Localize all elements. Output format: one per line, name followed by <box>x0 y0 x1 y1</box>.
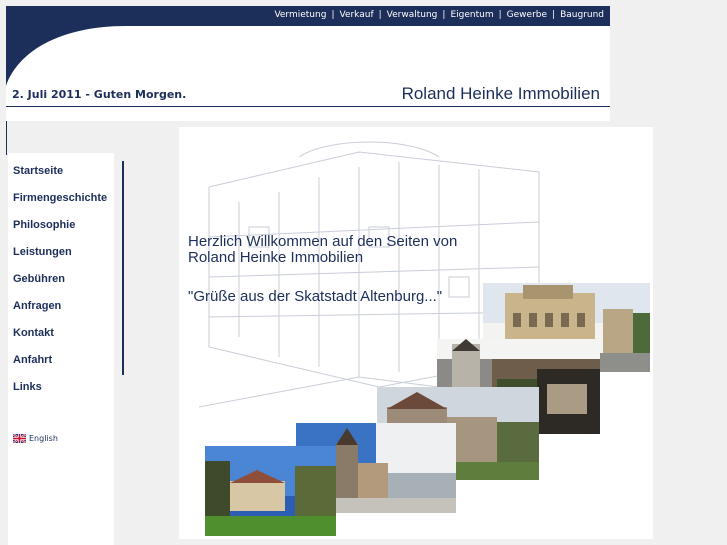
header-divider <box>6 106 610 107</box>
topnav-verkauf[interactable]: Verkauf <box>339 10 373 20</box>
topnav-separator: | <box>442 10 446 20</box>
left-divider <box>6 121 7 155</box>
topnav-gewerbe[interactable]: Gewerbe <box>507 10 547 20</box>
topnav-baugrund[interactable]: Baugrund <box>560 10 604 20</box>
motto-text: "Grüße aus der Skatstadt Altenburg..." <box>188 288 443 305</box>
topnav-verwaltung[interactable]: Verwaltung <box>387 10 438 20</box>
sidebar-item-startseite[interactable]: Startseite <box>13 165 107 192</box>
uk-flag-icon <box>13 434 26 443</box>
sidebar-item-leistungen[interactable]: Leistungen <box>13 246 107 273</box>
sidebar-divider <box>122 161 124 375</box>
topnav-separator: | <box>552 10 556 20</box>
sidebar-item-firmengeschichte[interactable]: Firmengeschichte <box>13 192 107 219</box>
date-greeting: 2. Juli 2011 - Guten Morgen. <box>12 88 187 101</box>
main-content: Herzlich Willkommen auf den Seiten von R… <box>179 127 653 539</box>
sidebar: Startseite Firmengeschichte Philosophie … <box>8 153 124 545</box>
sidebar-item-gebuehren[interactable]: Gebühren <box>13 273 107 300</box>
topnav-vermietung[interactable]: Vermietung <box>274 10 326 20</box>
sidebar-item-anfahrt[interactable]: Anfahrt <box>13 354 107 381</box>
welcome-line-1: Herzlich Willkommen auf den Seiten von <box>188 233 458 250</box>
sidebar-item-links[interactable]: Links <box>13 381 107 408</box>
topnav-separator: | <box>378 10 382 20</box>
welcome-line-2: Roland Heinke Immobilien <box>188 249 364 266</box>
english-language-link[interactable]: English <box>13 434 58 443</box>
topnav-separator: | <box>498 10 502 20</box>
welcome-text: Herzlich Willkommen auf den Seiten von R… <box>188 234 457 266</box>
company-name: Roland Heinke Immobilien <box>401 84 600 103</box>
sidebar-item-philosophie[interactable]: Philosophie <box>13 219 107 246</box>
villa-photo <box>205 446 336 536</box>
sidebar-menu: Startseite Firmengeschichte Philosophie … <box>13 165 107 408</box>
top-navigation: Vermietung | Verkauf | Verwaltung | Eigentum | G… <box>274 10 604 20</box>
sidebar-item-anfragen[interactable]: Anfragen <box>13 300 107 327</box>
topnav-eigentum[interactable]: Eigentum <box>450 10 493 20</box>
english-label: English <box>29 434 58 443</box>
sidebar-item-kontakt[interactable]: Kontakt <box>13 327 107 354</box>
topnav-separator: | <box>331 10 335 20</box>
header: Vermietung | Verkauf | Verwaltung | Eigentum | G… <box>6 6 610 121</box>
